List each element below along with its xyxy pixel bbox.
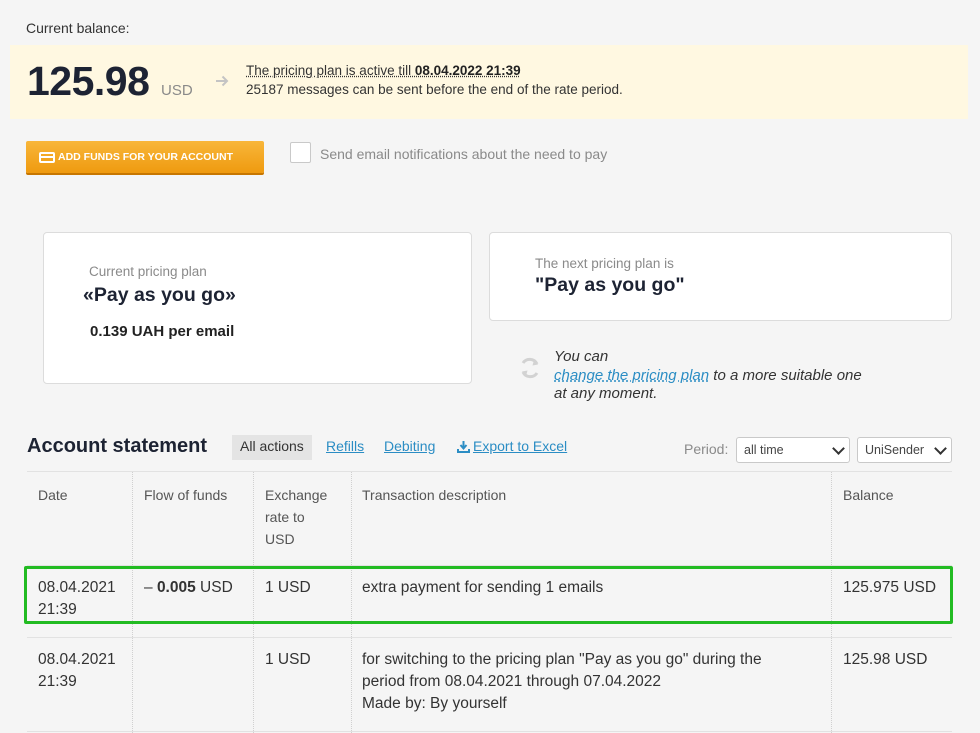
- row-exchange-rate: 1 USD: [265, 651, 311, 668]
- current-plan-caption: Current pricing plan: [89, 264, 207, 279]
- change-plan-link[interactable]: change the pricing plan: [554, 367, 709, 384]
- add-funds-label: ADD FUNDS FOR YOUR ACCOUNT: [58, 151, 233, 163]
- column-header-exchange-rate: Exchange rate to USD: [265, 487, 328, 547]
- row-balance: 125.98 USD: [843, 651, 928, 668]
- column-header-description: Transaction description: [362, 487, 507, 503]
- row-flow-of-funds: – 0.005 USD: [144, 579, 233, 596]
- table-row-divider: [27, 637, 952, 638]
- current-plan-price: 0.139 UAH per email: [90, 323, 235, 340]
- column-header-balance: Balance: [843, 487, 894, 503]
- current-balance-label: Current balance:: [26, 20, 130, 36]
- current-plan-name: «Pay as you go»: [83, 284, 236, 306]
- refresh-icon: [521, 357, 539, 379]
- change-plan-hint: You can change the pricing plan to a mor…: [554, 348, 862, 402]
- next-plan-caption: The next pricing plan is: [535, 256, 674, 271]
- tab-all-actions[interactable]: All actions: [232, 435, 312, 460]
- download-icon: [457, 440, 470, 453]
- notify-checkbox[interactable]: [290, 142, 311, 163]
- row-exchange-rate: 1 USD: [265, 579, 311, 596]
- sender-select[interactable]: UniSender: [857, 437, 952, 463]
- next-plan-name: "Pay as you go": [535, 274, 685, 296]
- period-label: Period:: [684, 441, 729, 457]
- period-select[interactable]: all time: [736, 437, 850, 463]
- balance-currency: USD: [161, 82, 193, 99]
- tab-refills[interactable]: Refills: [326, 438, 364, 454]
- chevron-down-icon: [934, 442, 947, 455]
- row-balance: 125.975 USD: [843, 579, 937, 596]
- row-date: 08.04.2021 21:39: [38, 651, 116, 690]
- chevron-down-icon: [832, 442, 845, 455]
- credit-card-icon: [39, 151, 55, 163]
- notify-checkbox-label[interactable]: Send email notifications about the need …: [320, 146, 607, 162]
- row-date: 08.04.2021 21:39: [38, 579, 116, 618]
- row-description: for switching to the pricing plan "Pay a…: [362, 651, 762, 712]
- export-to-excel-link[interactable]: Export to Excel: [457, 438, 567, 454]
- arrow-right-icon: [216, 75, 229, 87]
- table-row-divider: [27, 731, 952, 732]
- plan-active-until: The pricing plan is active till 08.04.20…: [246, 63, 521, 78]
- account-statement-title: Account statement: [27, 435, 208, 457]
- tab-debiting[interactable]: Debiting: [384, 438, 435, 454]
- balance-amount: 125.98: [27, 58, 150, 104]
- column-header-date: Date: [38, 487, 68, 503]
- column-header-flow: Flow of funds: [144, 487, 228, 503]
- messages-remaining-info: 25187 messages can be sent before the en…: [246, 82, 623, 97]
- plan-active-date: 08.04.2022 21:39: [414, 63, 521, 78]
- add-funds-button[interactable]: ADD FUNDS FOR YOUR ACCOUNT: [26, 141, 264, 173]
- row-description: extra payment for sending 1 emails: [362, 579, 604, 596]
- table-top-divider: [27, 471, 952, 472]
- current-plan-card: [43, 232, 472, 384]
